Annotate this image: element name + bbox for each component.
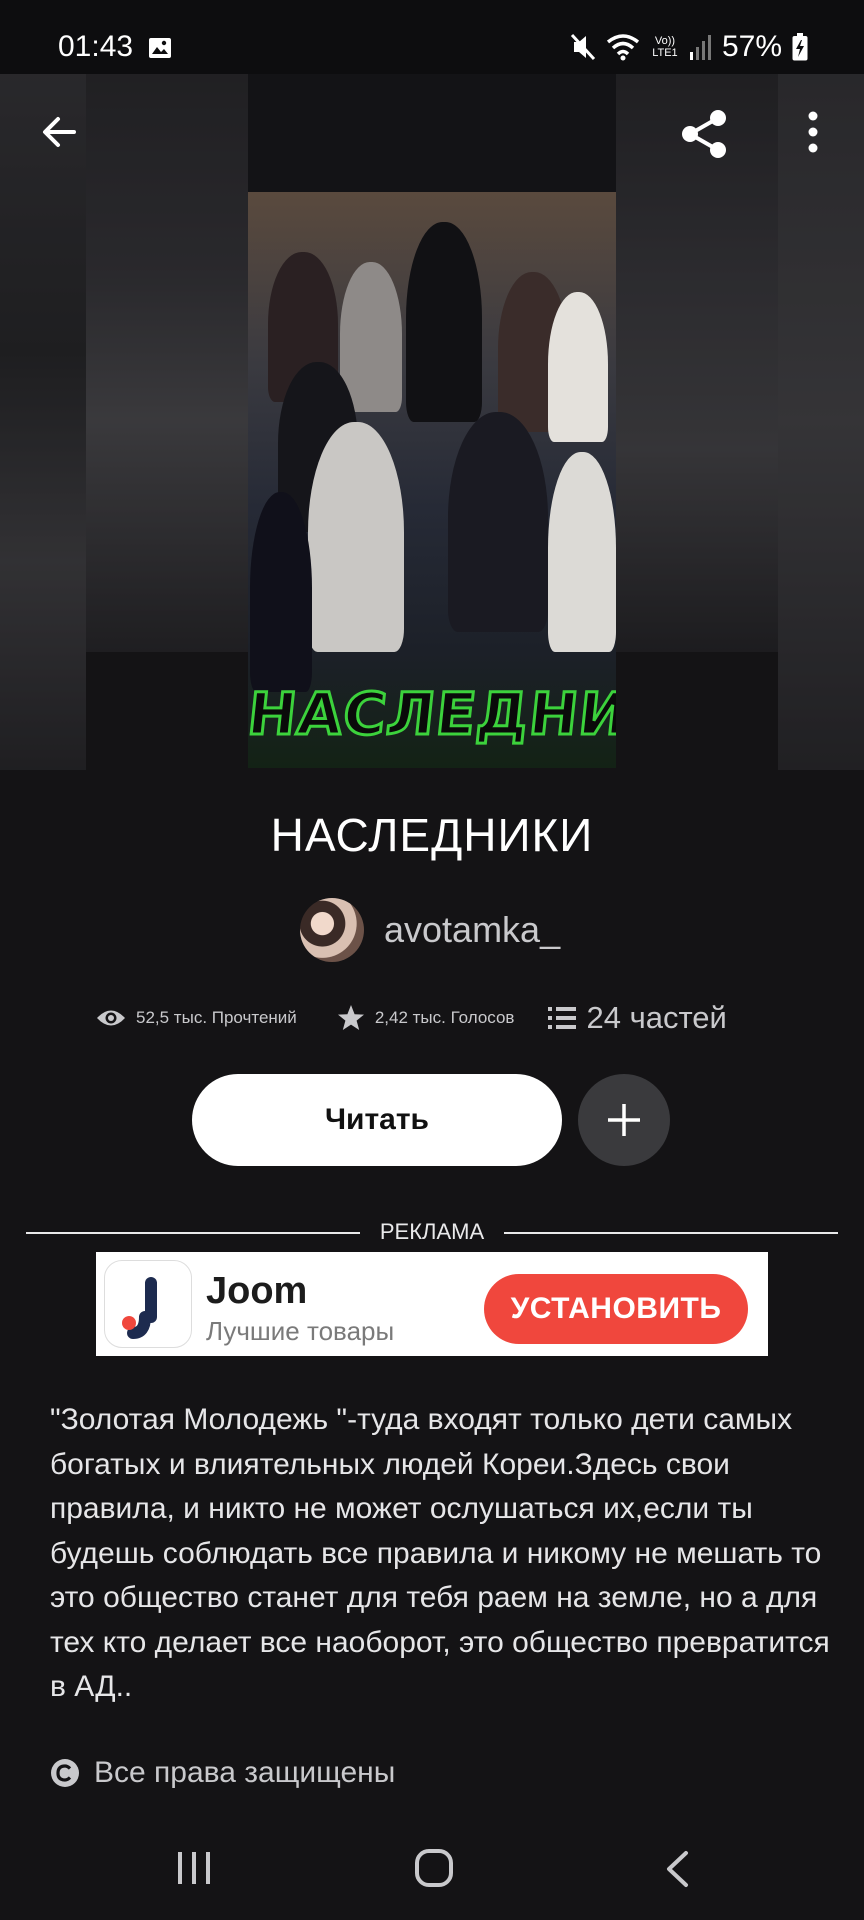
book-cover[interactable]: НАСЛЕДНИКИ xyxy=(248,192,616,768)
story-stats: 52,5 тыс. Прочтений 2,42 тыс. Голосов 24… xyxy=(96,1000,727,1036)
ad-banner[interactable]: Joom Лучшие товары УСТАНОВИТЬ xyxy=(96,1252,768,1356)
ad-tagline: Лучшие товары xyxy=(206,1316,395,1346)
wifi-icon xyxy=(606,34,640,61)
reads-count: 52,5 тыс. Прочтений xyxy=(136,1008,297,1027)
ad-divider-right xyxy=(504,1232,838,1234)
copyright-text: Все права защищены xyxy=(94,1756,396,1789)
battery-icon xyxy=(792,33,808,61)
more-vertical-icon[interactable] xyxy=(798,108,828,156)
parts-count[interactable]: 24 частей xyxy=(586,1000,726,1036)
votes-stat: 2,42 тыс. Голосов xyxy=(337,1004,515,1032)
plus-icon xyxy=(608,1104,640,1136)
back-arrow-icon[interactable] xyxy=(36,108,84,156)
back-chevron-icon[interactable] xyxy=(664,1850,690,1888)
cover-title-art: НАСЛЕДНИКИ xyxy=(248,679,616,750)
ad-brand-name: Joom xyxy=(206,1270,308,1312)
status-indicators: Vo)) LTE1 57% xyxy=(570,30,808,64)
mute-icon xyxy=(570,33,596,61)
author-link[interactable]: avotamka_ xyxy=(300,898,560,962)
status-time: 01:43 xyxy=(58,30,134,63)
share-icon[interactable] xyxy=(676,106,732,162)
author-name[interactable]: avotamka_ xyxy=(384,909,560,951)
star-icon xyxy=(337,1005,364,1030)
reads-stat: 52,5 тыс. Прочтений xyxy=(96,1007,297,1029)
story-title: НАСЛЕДНИКИ xyxy=(270,809,594,861)
votes-count: 2,42 тыс. Голосов xyxy=(374,1008,515,1027)
system-navigation-bar xyxy=(0,1820,864,1920)
copyright-notice: Все права защищены xyxy=(50,1756,395,1790)
status-bar: 01:43 Vo)) LTE1 57% xyxy=(0,0,864,74)
copyright-icon xyxy=(51,1759,79,1787)
parts-stat[interactable]: 24 частей xyxy=(548,1000,727,1036)
network-label: Vo)) LTE1 xyxy=(652,35,678,59)
battery-percent: 57% xyxy=(721,30,782,63)
story-description: "Золотая Молодежь "-туда входят только д… xyxy=(50,1403,830,1703)
read-button[interactable]: Читать xyxy=(192,1074,562,1166)
home-icon[interactable] xyxy=(414,1848,454,1888)
recent-apps-icon[interactable] xyxy=(176,1850,212,1886)
list-icon xyxy=(548,1007,577,1029)
signal-icon xyxy=(689,35,711,60)
eye-icon xyxy=(97,1010,125,1026)
author-avatar[interactable] xyxy=(300,898,364,962)
add-to-library-button[interactable] xyxy=(578,1074,670,1166)
joom-logo-icon xyxy=(104,1260,192,1348)
ad-install-button[interactable]: УСТАНОВИТЬ xyxy=(484,1274,748,1344)
image-notification-icon xyxy=(149,38,171,58)
cover-carousel[interactable]: НАСЛЕДНИКИ xyxy=(0,74,864,770)
